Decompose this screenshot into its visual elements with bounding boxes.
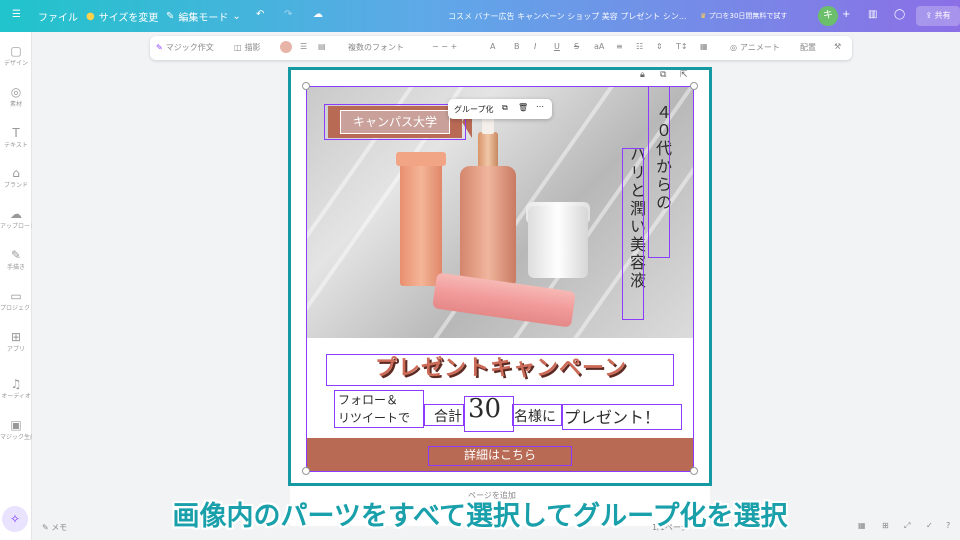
pencil-icon: ✎: [166, 11, 175, 22]
brand-icon: ⌂: [12, 166, 20, 180]
list-icon[interactable]: ☷: [636, 42, 643, 51]
left-sidebar: ▢デザイン ◎素材 Tテキスト ⌂ブランド ☁アップロード ✎手描き ▭プロジェ…: [0, 32, 32, 540]
apps-icon: ⊞: [10, 330, 22, 344]
share-icon: ⇪: [925, 11, 933, 20]
sidebar-item-design[interactable]: ▢ デザイン: [0, 44, 32, 67]
align-icon[interactable]: ≡: [616, 42, 623, 51]
strikethrough-icon[interactable]: S: [574, 42, 579, 51]
folder-icon: ▭: [10, 289, 22, 303]
magic-media-icon: ▣: [10, 418, 22, 432]
music-icon: ♫: [10, 377, 22, 391]
line-weight-icon[interactable]: ☰: [300, 42, 307, 51]
sidebar-item-elements[interactable]: ◎ 素材: [0, 85, 32, 108]
case-icon[interactable]: aA: [594, 42, 604, 51]
magic-wand-icon: ✎: [156, 43, 163, 52]
redo-icon[interactable]: ↷: [284, 9, 292, 20]
sidebar-item-magic[interactable]: ▣マジック生成: [0, 418, 32, 441]
italic-icon[interactable]: I: [534, 42, 536, 51]
draw-icon: ✎: [10, 248, 22, 262]
color-swatch[interactable]: [280, 41, 292, 53]
analytics-icon[interactable]: ▥: [868, 9, 877, 20]
chevron-down-icon: ⌄: [232, 11, 241, 22]
underline-icon[interactable]: U: [554, 42, 560, 51]
cloud-sync-icon[interactable]: ☁: [313, 9, 323, 20]
vertical-text-icon[interactable]: T↕: [676, 42, 688, 51]
avatar[interactable]: キ: [818, 6, 838, 26]
file-menu[interactable]: ファイル: [38, 9, 78, 24]
resize-button[interactable]: ● サイズを変更: [86, 9, 158, 24]
sidebar-item-projects[interactable]: ▭プロジェクト: [0, 289, 32, 312]
bold-icon[interactable]: B: [514, 42, 520, 51]
position-button[interactable]: 配置: [800, 42, 816, 53]
sidebar-item-brand[interactable]: ⌂ ブランド: [0, 166, 32, 189]
crown-icon: ♛: [700, 12, 707, 20]
highlight-frame: [288, 67, 712, 486]
font-size-stepper[interactable]: − − +: [432, 42, 457, 51]
swatch-circle: [280, 41, 292, 53]
pro-trial-button[interactable]: ♛ プロを30日間無料で試す: [700, 11, 787, 21]
font-family-select[interactable]: 複数のフォント: [348, 42, 404, 53]
edit-mode-button[interactable]: ✎ 編集モード ⌄: [166, 9, 241, 24]
elements-icon: ◎: [10, 85, 22, 99]
sidebar-item-text[interactable]: T テキスト: [0, 126, 32, 149]
magic-write-button[interactable]: ✎ マジック作文: [156, 42, 214, 53]
document-title[interactable]: コスメ バナー広告 キャンペーン ショップ 美容 プレゼント シン...: [448, 11, 686, 22]
menu-icon[interactable]: ☰: [12, 9, 21, 20]
crown-icon: ●: [86, 11, 95, 22]
line-style-icon[interactable]: ▤: [318, 42, 326, 51]
spacing-icon[interactable]: ⇕: [656, 42, 663, 51]
animate-button[interactable]: ◎ アニメート: [730, 42, 780, 53]
shadow-icon: ◫: [234, 43, 242, 52]
top-bar: ☰ ファイル ● サイズを変更 ✎ 編集モード ⌄ ↶ ↷ ☁ コスメ バナー広告 キ…: [0, 0, 960, 32]
design-icon: ▢: [10, 44, 22, 58]
context-toolbar: ✎ マジック作文 ◫ 描影 ☰ ▤ 複数のフォント − − + A B I U S …: [150, 36, 852, 60]
share-button[interactable]: ⇪ 共有: [916, 6, 960, 26]
paint-roller-icon[interactable]: ⚒: [834, 42, 841, 51]
transparency-icon[interactable]: ▦: [700, 42, 708, 51]
text-icon: T: [12, 126, 20, 140]
sidebar-item-audio[interactable]: ♫ オーディオ: [0, 377, 32, 400]
text-color-icon[interactable]: A: [490, 42, 495, 51]
add-collaborator-icon[interactable]: +: [842, 9, 850, 20]
comment-icon[interactable]: ◯: [894, 9, 905, 20]
animate-icon: ◎: [730, 43, 737, 52]
sidebar-item-apps[interactable]: ⊞ アプリ: [0, 330, 32, 353]
upload-icon: ☁: [10, 207, 22, 221]
undo-icon[interactable]: ↶: [256, 9, 264, 20]
instruction-caption: 画像内のパーツをすべて選択してグループ化を選択: [172, 501, 788, 532]
sidebar-item-draw[interactable]: ✎ 手描き: [0, 248, 32, 271]
sidebar-item-uploads[interactable]: ☁アップロード: [0, 207, 32, 230]
shadow-button[interactable]: ◫ 描影: [234, 42, 261, 53]
